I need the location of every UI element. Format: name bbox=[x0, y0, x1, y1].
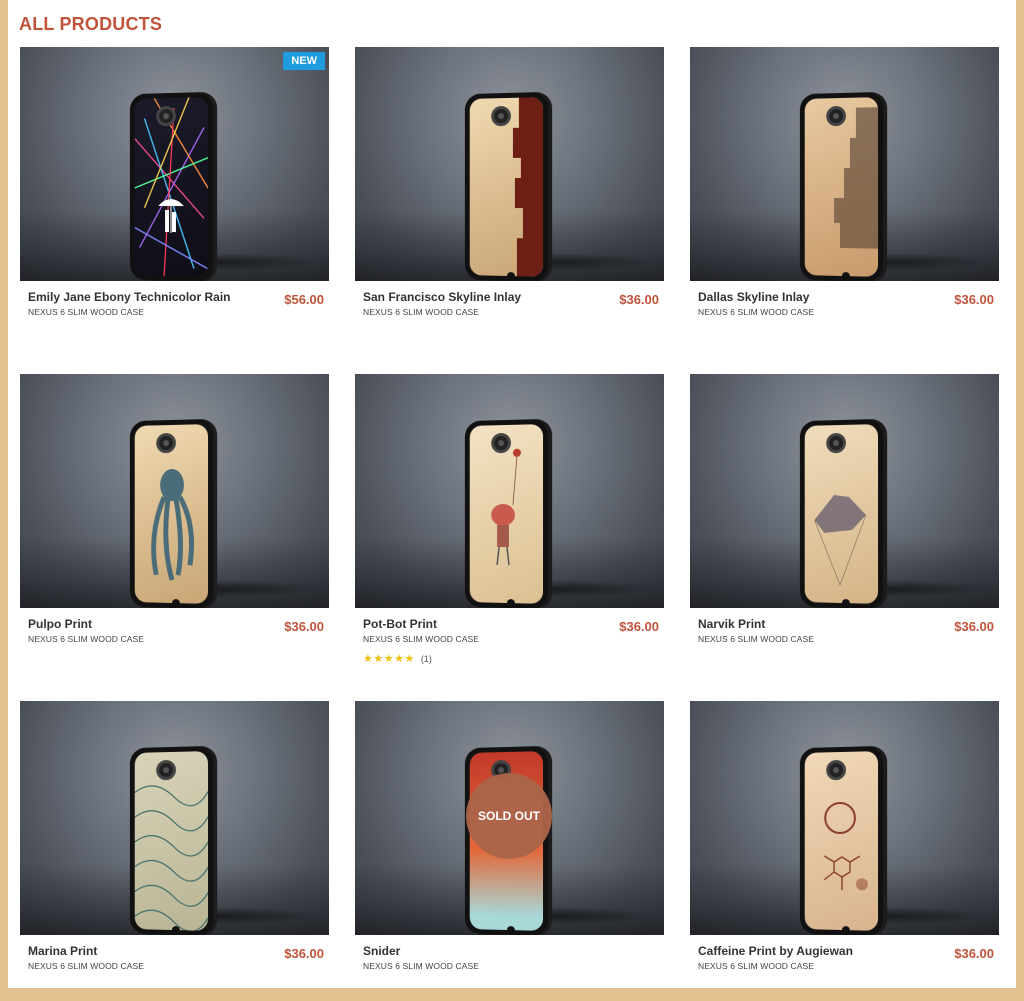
product-image[interactable]: SOLD OUT bbox=[355, 701, 664, 935]
product-subtitle: NEXUS 6 SLIM WOOD CASE bbox=[698, 307, 815, 317]
product-name[interactable]: Caffeine Print by Augiewan bbox=[698, 944, 994, 959]
product-price: $36.00 bbox=[619, 619, 659, 634]
phone-case-image bbox=[799, 91, 884, 281]
product-image[interactable] bbox=[690, 701, 999, 935]
product-subtitle: NEXUS 6 SLIM WOOD CASE bbox=[28, 634, 145, 644]
product-price: $36.00 bbox=[954, 292, 994, 307]
product-subtitle: NEXUS 6 SLIM WOOD CASE bbox=[363, 961, 480, 971]
product-name[interactable]: Pulpo Print bbox=[28, 617, 324, 632]
new-badge: NEW bbox=[283, 52, 325, 70]
phone-case-image bbox=[799, 745, 884, 935]
product-name[interactable]: Pot-Bot Print bbox=[363, 617, 659, 632]
product-name[interactable]: Emily Jane Ebony Technicolor Rain bbox=[28, 290, 324, 305]
product-subtitle: NEXUS 6 SLIM WOOD CASE bbox=[28, 961, 145, 971]
product-image[interactable] bbox=[690, 47, 999, 281]
product-name[interactable]: San Francisco Skyline Inlay bbox=[363, 290, 659, 305]
product-name[interactable]: Marina Print bbox=[28, 944, 324, 959]
product-card[interactable]: San Francisco Skyline Inlay NEXUS 6 SLIM… bbox=[355, 47, 664, 347]
product-price: $36.00 bbox=[954, 619, 994, 634]
phone-case-image bbox=[464, 418, 549, 608]
product-card[interactable]: Narvik Print NEXUS 6 SLIM WOOD CASE $36.… bbox=[690, 374, 999, 674]
phone-case-image bbox=[799, 418, 884, 608]
product-image[interactable] bbox=[20, 701, 329, 935]
phone-case-image bbox=[129, 418, 214, 608]
phone-case-image bbox=[129, 91, 214, 281]
product-name[interactable]: Dallas Skyline Inlay bbox=[698, 290, 994, 305]
product-subtitle: NEXUS 6 SLIM WOOD CASE bbox=[28, 307, 145, 317]
product-image[interactable] bbox=[20, 374, 329, 608]
product-price: $56.00 bbox=[284, 292, 324, 307]
product-price: $36.00 bbox=[284, 946, 324, 961]
product-name[interactable]: Narvik Print bbox=[698, 617, 994, 632]
star-icon: ★★★★★ bbox=[363, 653, 415, 665]
review-count[interactable]: (1) bbox=[421, 654, 432, 664]
product-subtitle: NEXUS 6 SLIM WOOD CASE bbox=[363, 634, 480, 644]
product-card[interactable]: Pulpo Print NEXUS 6 SLIM WOOD CASE $36.0… bbox=[20, 374, 329, 674]
product-card[interactable]: NEW Emily Jane Ebony Technicolor Rain NE… bbox=[20, 47, 329, 347]
product-image[interactable] bbox=[355, 374, 664, 608]
product-name[interactable]: Snider bbox=[363, 944, 659, 959]
page-title: ALL PRODUCTS bbox=[19, 14, 163, 34]
product-card[interactable]: Caffeine Print by Augiewan NEXUS 6 SLIM … bbox=[690, 701, 999, 1001]
product-rating[interactable]: ★★★★★ (1) bbox=[363, 652, 659, 665]
page-frame: ALL PRODUCTS NEW Emily Jane Ebony Techni… bbox=[8, 0, 1016, 988]
product-card[interactable]: Marina Print NEXUS 6 SLIM WOOD CASE $36.… bbox=[20, 701, 329, 1001]
phone-case-image bbox=[464, 91, 549, 281]
product-card[interactable]: SOLD OUT Snider NEXUS 6 SLIM WOOD CASE bbox=[355, 701, 664, 1001]
product-subtitle: NEXUS 6 SLIM WOOD CASE bbox=[698, 961, 815, 971]
product-price: $36.00 bbox=[619, 292, 659, 307]
product-subtitle: NEXUS 6 SLIM WOOD CASE bbox=[363, 307, 480, 317]
product-card[interactable]: Pot-Bot Print NEXUS 6 SLIM WOOD CASE $36… bbox=[355, 374, 664, 674]
product-price: $36.00 bbox=[954, 946, 994, 961]
product-price: $36.00 bbox=[284, 619, 324, 634]
product-image[interactable] bbox=[355, 47, 664, 281]
phone-case-image bbox=[129, 745, 214, 935]
sold-out-badge: SOLD OUT bbox=[466, 773, 552, 859]
product-card[interactable]: Dallas Skyline Inlay NEXUS 6 SLIM WOOD C… bbox=[690, 47, 999, 347]
product-subtitle: NEXUS 6 SLIM WOOD CASE bbox=[698, 634, 815, 644]
product-image[interactable]: NEW bbox=[20, 47, 329, 281]
product-image[interactable] bbox=[690, 374, 999, 608]
